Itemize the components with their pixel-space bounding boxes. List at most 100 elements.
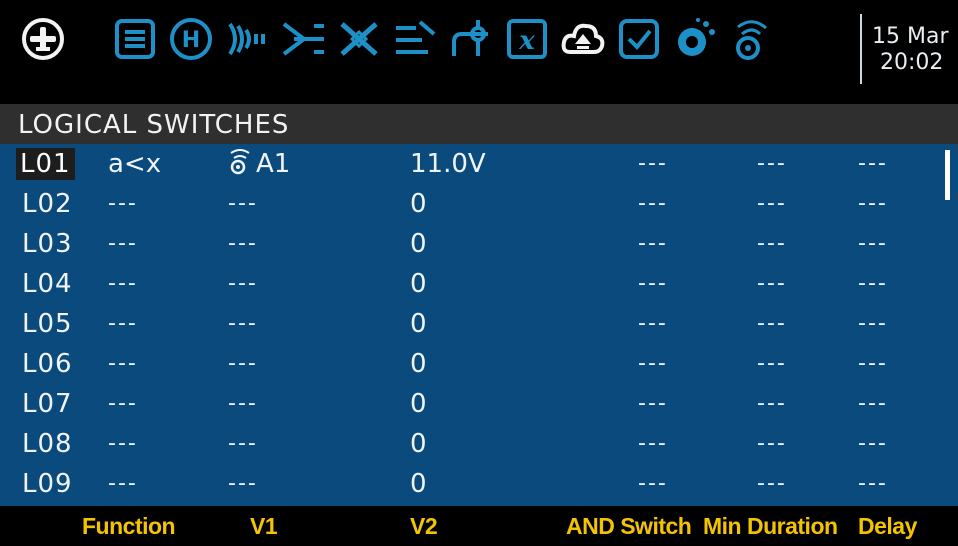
delay-cell[interactable]: --- (858, 384, 888, 424)
mixer-icon[interactable] (280, 16, 326, 62)
svg-text:x: x (518, 26, 535, 56)
v2-cell[interactable]: 0 (410, 224, 427, 264)
min-duration-cell[interactable]: --- (757, 144, 787, 184)
and-switch-cell[interactable]: --- (638, 344, 668, 384)
switch-id[interactable]: L02 (22, 184, 73, 224)
function-cell[interactable]: --- (108, 384, 138, 424)
and-switch-cell[interactable]: --- (638, 424, 668, 464)
page-title: LOGICAL SWITCHES (18, 110, 290, 140)
and-switch-cell[interactable]: --- (638, 224, 668, 264)
v1-cell[interactable]: A1 (228, 144, 290, 184)
table-row[interactable]: L06 --- --- 0 --- --- --- (0, 344, 958, 384)
delay-cell[interactable]: --- (858, 184, 888, 224)
delay-cell[interactable]: --- (858, 424, 888, 464)
variable-x-icon[interactable]: x (504, 16, 550, 62)
and-switch-cell[interactable]: --- (638, 304, 668, 344)
heli-icon[interactable]: H (168, 16, 214, 62)
table-row[interactable]: L04 --- --- 0 --- --- --- (0, 264, 958, 304)
and-switch-cell[interactable]: --- (638, 184, 668, 224)
sensor-icon[interactable] (728, 16, 774, 62)
v2-cell[interactable]: 0 (410, 384, 427, 424)
min-duration-cell[interactable]: --- (757, 304, 787, 344)
min-duration-cell[interactable]: --- (757, 264, 787, 304)
v1-cell[interactable]: --- (228, 184, 258, 224)
column-v1: V1 (250, 513, 278, 539)
toolbar-divider (860, 14, 862, 84)
function-cell[interactable]: a<x (108, 144, 161, 184)
and-switch-cell[interactable]: --- (638, 384, 668, 424)
min-duration-cell[interactable]: --- (757, 344, 787, 384)
cloud-upload-icon[interactable] (560, 16, 606, 62)
v1-cell[interactable]: --- (228, 224, 258, 264)
min-duration-cell[interactable]: --- (757, 224, 787, 264)
column-function: Function (82, 513, 176, 539)
column-min-duration: Min Duration (703, 513, 838, 539)
switch-id[interactable]: L08 (22, 424, 73, 464)
and-switch-cell[interactable]: --- (638, 144, 668, 184)
column-and-switch: AND Switch (566, 513, 692, 539)
table-row[interactable]: L03 --- --- 0 --- --- --- (0, 224, 958, 264)
v1-cell[interactable]: --- (228, 424, 258, 464)
curve-icon[interactable] (392, 16, 438, 62)
v2-cell[interactable]: 11.0V (410, 144, 486, 184)
telemetry-icon[interactable] (672, 16, 718, 62)
function-cell[interactable]: --- (108, 424, 138, 464)
screen-title-bar: LOGICAL SWITCHES (0, 104, 958, 144)
switch-id[interactable]: L01 (16, 148, 75, 180)
switch-id[interactable]: L06 (22, 344, 73, 384)
v2-cell[interactable]: 0 (410, 344, 427, 384)
and-switch-cell[interactable]: --- (638, 264, 668, 304)
checklist-icon[interactable] (616, 16, 662, 62)
function-cell[interactable]: --- (108, 184, 138, 224)
v1-cell[interactable]: --- (228, 304, 258, 344)
function-cell[interactable]: --- (108, 464, 138, 504)
switch-id[interactable]: L04 (22, 264, 73, 304)
list-scrollbar[interactable] (945, 150, 950, 200)
v2-cell[interactable]: 0 (410, 304, 427, 344)
min-duration-cell[interactable]: --- (757, 464, 787, 504)
v1-cell[interactable]: --- (228, 264, 258, 304)
table-row[interactable]: L09 --- --- 0 --- --- --- (0, 464, 958, 504)
delay-cell[interactable]: --- (858, 344, 888, 384)
top-toolbar: H x 15 Mar 20:02 (0, 0, 958, 96)
delay-cell[interactable]: --- (858, 304, 888, 344)
v1-cell[interactable]: --- (228, 384, 258, 424)
v2-cell[interactable]: 0 (410, 424, 427, 464)
switch-id[interactable]: L03 (22, 224, 73, 264)
switch-id[interactable]: L09 (22, 464, 73, 504)
v2-cell[interactable]: 0 (410, 184, 427, 224)
date-label: 15 Mar (872, 24, 949, 49)
v1-cell[interactable]: --- (228, 464, 258, 504)
radio-waves-icon[interactable] (224, 16, 270, 62)
and-switch-cell[interactable]: --- (638, 464, 668, 504)
table-row[interactable]: L02 --- --- 0 --- --- --- (0, 184, 958, 224)
delay-cell[interactable]: --- (858, 144, 888, 184)
function-cell[interactable]: --- (108, 224, 138, 264)
table-row[interactable]: L05 --- --- 0 --- --- --- (0, 304, 958, 344)
column-delay: Delay (858, 513, 917, 539)
delay-cell[interactable]: --- (858, 224, 888, 264)
table-row[interactable]: L07 --- --- 0 --- --- --- (0, 384, 958, 424)
function-cell[interactable]: --- (108, 264, 138, 304)
list-icon[interactable] (112, 16, 158, 62)
min-duration-cell[interactable]: --- (757, 184, 787, 224)
v2-cell[interactable]: 0 (410, 264, 427, 304)
switch-id[interactable]: L05 (22, 304, 73, 344)
function-cell[interactable]: --- (108, 344, 138, 384)
delay-cell[interactable]: --- (858, 464, 888, 504)
min-duration-cell[interactable]: --- (757, 384, 787, 424)
column-header-footer: Function V1 V2 AND Switch Min Duration D… (0, 506, 958, 546)
min-duration-cell[interactable]: --- (757, 424, 787, 464)
delay-cell[interactable]: --- (858, 264, 888, 304)
output-icon[interactable] (448, 16, 494, 62)
v2-cell[interactable]: 0 (410, 464, 427, 504)
v1-cell[interactable]: --- (228, 344, 258, 384)
table-row[interactable]: L08 --- --- 0 --- --- --- (0, 424, 958, 464)
switch-id[interactable]: L07 (22, 384, 73, 424)
plane-home-icon[interactable] (20, 16, 66, 62)
sensor-icon (230, 149, 250, 175)
cross-icon[interactable] (336, 16, 382, 62)
table-row[interactable]: L01 a<x A1 11.0V --- --- --- (0, 144, 958, 184)
function-cell[interactable]: --- (108, 304, 138, 344)
logical-switch-list: L01 a<x A1 11.0V --- --- --- L02 --- ---… (0, 144, 958, 506)
